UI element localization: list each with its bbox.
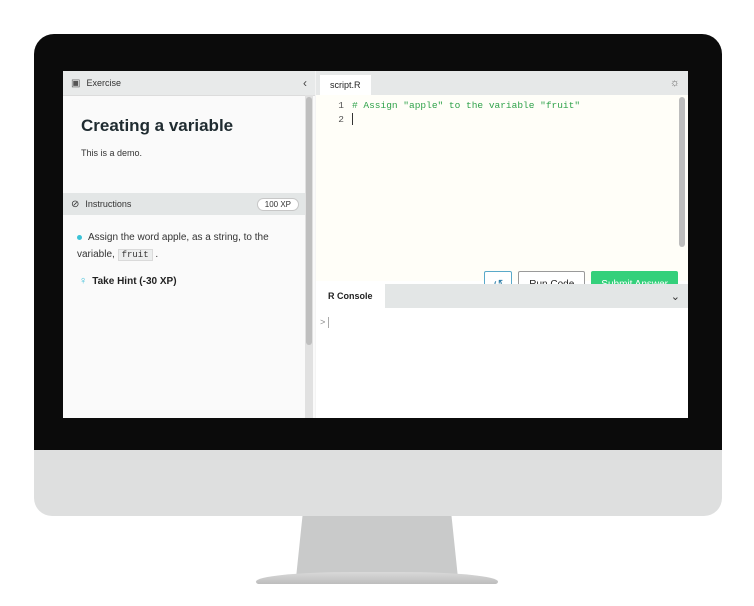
- instruction-code: fruit: [117, 249, 153, 261]
- exercise-header: ▣ Exercise ‹: [63, 71, 315, 96]
- instructions-label: Instructions: [85, 199, 132, 209]
- take-hint-button[interactable]: ♀ Take Hint (-30 XP): [79, 275, 177, 287]
- lightbulb-icon: ♀: [79, 275, 88, 287]
- line-number: 2: [338, 113, 344, 125]
- tab-script-r[interactable]: script.R: [320, 75, 371, 95]
- r-console[interactable]: >: [316, 308, 688, 418]
- instruction-text: Assign the word apple, as a string, to t…: [77, 232, 269, 260]
- chevron-down-icon[interactable]: ⌄: [671, 290, 680, 303]
- monitor-chin: [34, 450, 722, 516]
- exercise-title: Creating a variable: [81, 116, 234, 135]
- instruction-suffix: .: [155, 249, 159, 260]
- xp-badge: 100 XP: [256, 197, 299, 211]
- exercise-description: This is a demo.: [81, 148, 143, 158]
- instructions-bar: ⊘ Instructions 100 XP: [63, 193, 307, 215]
- text-cursor: [352, 113, 353, 125]
- code-line-current: 2: [316, 112, 688, 126]
- settings-gear-icon[interactable]: ☼: [670, 77, 680, 89]
- take-hint-label: Take Hint (-30 XP): [92, 275, 177, 287]
- collapse-panel-icon[interactable]: ‹: [303, 76, 307, 90]
- code-line: 1 # Assign "apple" to the variable "frui…: [316, 98, 688, 112]
- exercise-panel: ▣ Exercise ‹ Creating a variable This is…: [63, 71, 315, 418]
- exercise-header-label: Exercise: [86, 78, 121, 88]
- code-comment: # Assign "apple" to the variable "fruit": [352, 99, 581, 111]
- console-header: R Console ⌄: [316, 284, 688, 308]
- monitor-stand-foot: [256, 572, 498, 584]
- editor-scrollbar[interactable]: [679, 97, 685, 247]
- document-icon: ▣: [71, 77, 81, 89]
- tab-r-console[interactable]: R Console: [316, 284, 385, 308]
- editor-tab-bar: script.R ☼: [316, 71, 688, 95]
- screen: ▣ Exercise ‹ Creating a variable This is…: [63, 71, 688, 418]
- line-number: 1: [338, 99, 344, 111]
- console-prompt: >: [320, 317, 326, 328]
- code-editor[interactable]: 1 # Assign "apple" to the variable "frui…: [316, 95, 688, 297]
- check-circle-icon: ⊘: [71, 198, 80, 210]
- console-cursor: [328, 317, 330, 328]
- bullet-icon: [77, 234, 82, 240]
- workspace-panel: script.R ☼ 1 # Assign "apple" to the var…: [316, 71, 688, 418]
- left-scrollbar-thumb[interactable]: [306, 97, 312, 345]
- instruction-item: Assign the word apple, as a string, to t…: [77, 229, 297, 264]
- monitor-stand-neck: [296, 516, 458, 578]
- left-scrollbar[interactable]: [305, 95, 313, 418]
